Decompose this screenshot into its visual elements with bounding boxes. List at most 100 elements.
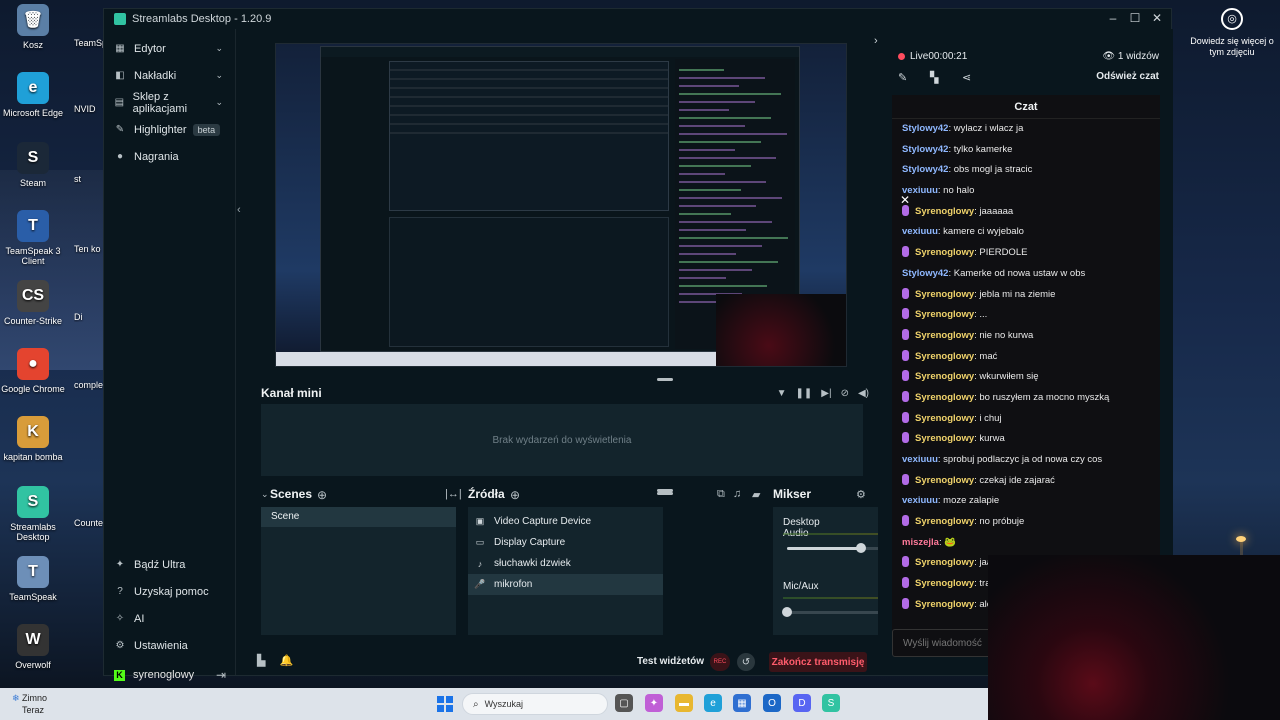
user-account[interactable]: K syrenoglowy ⇥ bbox=[104, 663, 236, 687]
chat-username[interactable]: Syrenoglowy bbox=[915, 351, 974, 362]
task-view-icon[interactable]: ▢ bbox=[615, 694, 633, 712]
chat-username[interactable]: Stylowy42 bbox=[902, 164, 948, 175]
chat-username[interactable]: Syrenoglowy bbox=[915, 475, 974, 486]
source-item[interactable]: ▭ Display Capture bbox=[468, 532, 663, 553]
sidebar-item-ustawienia[interactable]: ⚙ Ustawienia bbox=[104, 632, 236, 659]
chat-username[interactable]: Syrenoglowy bbox=[915, 433, 974, 444]
source-item[interactable]: ▣ Video Capture Device bbox=[468, 511, 663, 532]
taskbar-search[interactable]: ⌕ Wyszukaj bbox=[462, 693, 608, 715]
rec-button[interactable]: REC bbox=[710, 653, 730, 671]
volume-icon[interactable]: ◀) bbox=[858, 388, 869, 399]
desktop-icon[interactable]: T TeamSpeak 3 Client bbox=[0, 210, 73, 266]
desktop-icon[interactable]: CS Counter-Strike bbox=[0, 280, 73, 326]
folder-icon[interactable]: ▰ bbox=[752, 488, 760, 501]
chat-username[interactable]: vexiuuu bbox=[902, 226, 938, 237]
weather-widget[interactable]: ❄ Zimno Teraz bbox=[12, 692, 47, 716]
chat-username[interactable]: Syrenoglowy bbox=[915, 413, 974, 424]
desktop-icon-partial[interactable]: st bbox=[74, 174, 104, 184]
learn-more-link[interactable]: ◎ Dowiedz się więcej o tym zdjęciu bbox=[1190, 8, 1274, 58]
desktop-icon-partial[interactable]: comple bbox=[74, 380, 104, 390]
chat-username[interactable]: Syrenoglowy bbox=[915, 516, 974, 527]
sidebar-item-nakładki[interactable]: ◧ Nakładki ⌄ bbox=[104, 62, 235, 89]
chat-username[interactable]: Syrenoglowy bbox=[915, 557, 974, 568]
scene-transitions-icon[interactable]: |↔| bbox=[445, 488, 462, 500]
chat-username[interactable]: Syrenoglowy bbox=[915, 578, 974, 589]
edit-stream-icon[interactable]: ✎ bbox=[898, 71, 907, 84]
chat-username[interactable]: Syrenoglowy bbox=[915, 309, 974, 320]
scene-item[interactable]: Scene bbox=[261, 507, 456, 527]
chat-username[interactable]: Stylowy42 bbox=[902, 144, 948, 155]
end-stream-button[interactable]: Zakończ transmisję bbox=[769, 652, 867, 672]
volume-slider-knob[interactable] bbox=[856, 543, 867, 553]
volume-slider-knob[interactable] bbox=[782, 607, 792, 617]
desktop-icon[interactable]: Kkapitan bomba bbox=[0, 416, 73, 462]
sidebar-item-edytor[interactable]: ▦ Edytor ⌄ bbox=[104, 35, 235, 62]
chat-username[interactable]: vexiuuu bbox=[902, 495, 938, 506]
chat-username[interactable]: Stylowy42 bbox=[902, 268, 948, 279]
desktop-icon[interactable]: e Microsoft Edge bbox=[0, 72, 73, 118]
desktop-icon-partial[interactable]: Ten ko bbox=[74, 244, 104, 254]
performance-icon[interactable]: ▙ bbox=[257, 654, 265, 667]
chevron-down-icon[interactable]: ⌄ bbox=[261, 489, 269, 500]
resize-handle[interactable] bbox=[657, 492, 673, 495]
desktop-icon-partial[interactable]: Counte bbox=[74, 518, 104, 528]
desktop-icon[interactable]: 🗑 Kosz bbox=[0, 4, 73, 50]
outlook-icon[interactable]: O bbox=[763, 694, 781, 712]
minimize-button[interactable]: – bbox=[1103, 11, 1123, 25]
chat-username[interactable]: Syrenoglowy bbox=[915, 599, 974, 610]
close-icon[interactable]: ✕ bbox=[900, 193, 910, 207]
desktop-icon[interactable]: T TeamSpeak bbox=[0, 556, 73, 602]
start-button[interactable] bbox=[437, 696, 453, 712]
maximize-button[interactable]: ☐ bbox=[1125, 11, 1145, 25]
notifications-icon[interactable]: 🔔 bbox=[279, 654, 293, 667]
chat-username[interactable]: Syrenoglowy bbox=[915, 206, 974, 217]
mute-alerts-icon[interactable]: ⊘ bbox=[841, 388, 849, 399]
source-item[interactable]: 🎤 mikrofon bbox=[468, 574, 663, 595]
collapse-right-icon[interactable]: › bbox=[874, 35, 878, 47]
refresh-chat-button[interactable]: Odśwież czat bbox=[1096, 71, 1159, 82]
title-bar[interactable]: Streamlabs Desktop - 1.20.9 – ☐ ✕ bbox=[104, 9, 1171, 29]
mixer-settings-gear-icon[interactable]: ⚙ bbox=[856, 488, 866, 501]
edge-icon[interactable]: e bbox=[704, 694, 722, 712]
chat-username[interactable]: Syrenoglowy bbox=[915, 392, 974, 403]
chat-username[interactable]: Syrenoglowy bbox=[915, 371, 974, 382]
popout-icon[interactable]: ▚ bbox=[930, 71, 938, 84]
sidebar-item-bądź-ultra[interactable]: ✦ Bądź Ultra bbox=[104, 551, 236, 578]
close-button[interactable]: ✕ bbox=[1147, 11, 1167, 25]
discord-icon[interactable]: D bbox=[793, 694, 811, 712]
desktop-icon[interactable]: W Overwolf bbox=[0, 624, 73, 670]
chat-username[interactable]: vexiuuu bbox=[902, 454, 938, 465]
store-icon[interactable]: ▦ bbox=[733, 694, 751, 712]
skip-icon[interactable]: ▶| bbox=[821, 388, 831, 399]
desktop-icon-partial[interactable]: NVID bbox=[74, 104, 104, 114]
desktop-icon-partial[interactable]: TeamSp bbox=[74, 38, 104, 48]
collapse-left-icon[interactable]: ‹ bbox=[237, 204, 247, 218]
chat-username[interactable]: Stylowy42 bbox=[902, 123, 948, 134]
chat-username[interactable]: Syrenoglowy bbox=[915, 330, 974, 341]
replay-buffer-icon[interactable]: ↺ bbox=[737, 653, 755, 671]
copilot-icon[interactable]: ✦ bbox=[645, 694, 663, 712]
sidebar-item-uzyskaj-pomoc[interactable]: ? Uzyskaj pomoc bbox=[104, 578, 236, 605]
sidebar-item-ai[interactable]: ✧ AI bbox=[104, 605, 236, 632]
chat-username[interactable]: miszejla bbox=[902, 537, 939, 548]
filter-icon[interactable]: ▼ bbox=[777, 388, 787, 399]
pause-icon[interactable]: ❚❚ bbox=[796, 388, 813, 399]
sidebar-item-sklep-z-aplikacjami[interactable]: ▤ Sklep z aplikacjami ⌄ bbox=[104, 89, 235, 116]
share-icon[interactable]: ⋖ bbox=[962, 71, 971, 84]
logout-icon[interactable]: ⇥ bbox=[216, 668, 226, 682]
stream-preview[interactable] bbox=[275, 43, 847, 367]
sidebar-item-nagrania[interactable]: ● Nagrania bbox=[104, 143, 235, 170]
file-explorer-icon[interactable]: ▬ bbox=[675, 694, 693, 712]
add-scene-icon[interactable]: ⊕ bbox=[317, 488, 327, 502]
source-item[interactable]: ♪ słuchawki dzwiek bbox=[468, 553, 663, 574]
test-widgets-button[interactable]: Test widżetów bbox=[637, 656, 704, 667]
add-source-icon[interactable]: ⊕ bbox=[510, 488, 520, 502]
source-audio-icon[interactable]: ♫ bbox=[733, 488, 741, 500]
chat-username[interactable]: Syrenoglowy bbox=[915, 289, 974, 300]
desktop-icon-partial[interactable]: Di bbox=[74, 312, 104, 322]
desktop-icon[interactable]: S Steam bbox=[0, 142, 73, 188]
streamlabs-icon[interactable]: S bbox=[822, 694, 840, 712]
desktop-icon[interactable]: S Streamlabs Desktop bbox=[0, 486, 73, 542]
resize-handle[interactable] bbox=[657, 378, 673, 381]
desktop-icon[interactable]: ● Google Chrome bbox=[0, 348, 73, 394]
